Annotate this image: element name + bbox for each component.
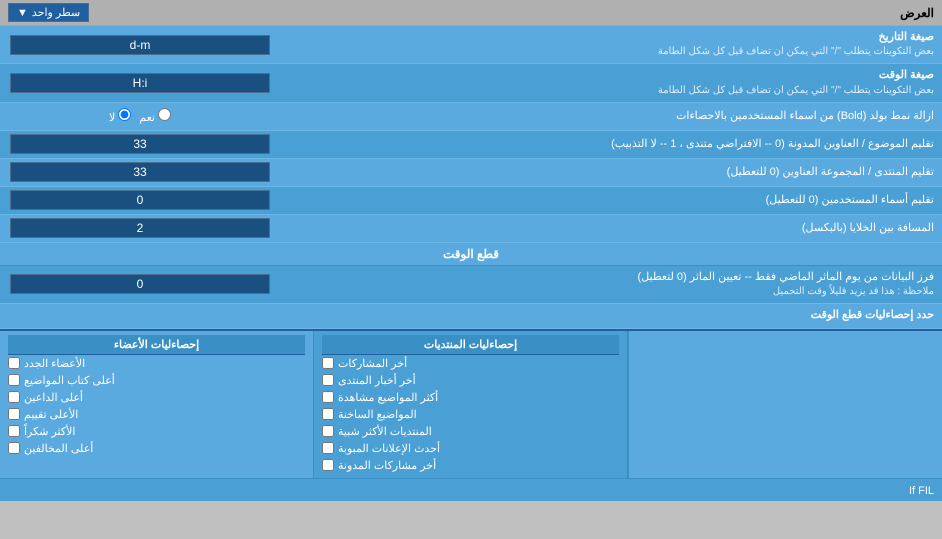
date-format-row: صيغة التاريخ بعض التكوينات يتطلب "/" الت… — [0, 26, 942, 64]
topic-titles-input[interactable] — [10, 134, 270, 154]
checkbox-item[interactable] — [322, 459, 334, 471]
user-names-input[interactable] — [10, 190, 270, 210]
checkbox-row: أحدث الإعلانات المبوبة — [322, 440, 619, 457]
display-label: العرض — [900, 6, 934, 20]
main-container: العرض سطر واحد ▼ صيغة التاريخ بعض التكوي… — [0, 0, 942, 501]
line-dropdown[interactable]: سطر واحد ▼ — [8, 3, 89, 22]
date-format-input[interactable] — [10, 35, 270, 55]
checkbox-item[interactable] — [322, 425, 334, 437]
forum-titles-label: تقليم المنتدى / المجموعة العناوين (0 للت… — [280, 161, 942, 184]
checkbox-item[interactable] — [322, 442, 334, 454]
space-between-label: المسافة بين الخلايا (بالبكسل) — [280, 217, 942, 240]
dropdown-arrow: ▼ — [17, 7, 28, 19]
checkbox-item[interactable] — [8, 357, 20, 369]
checkbox-item[interactable] — [322, 391, 334, 403]
fetch-data-input-cell — [0, 272, 280, 296]
bold-remove-options: نعم لا — [0, 106, 280, 126]
checkbox-item[interactable] — [8, 408, 20, 420]
user-names-input-cell — [0, 188, 280, 212]
user-names-label: تقليم أسماء المستخدمين (0 للتعطيل) — [280, 189, 942, 212]
date-format-label: صيغة التاريخ بعض التكوينات يتطلب "/" الت… — [280, 26, 942, 63]
limit-stats-label: حدد إحصاءليات قطع الوقت — [280, 304, 942, 327]
checkbox-item[interactable] — [322, 357, 334, 369]
checkbox-row: أعلى الداعين — [8, 389, 305, 406]
time-format-input[interactable] — [10, 73, 270, 93]
space-between-input-cell — [0, 216, 280, 240]
checkbox-row: أخر المشاركات — [322, 355, 619, 372]
checkbox-row: المواضيع الساخنة — [322, 406, 619, 423]
checkbox-row: الأعضاء الجدد — [8, 355, 305, 372]
date-format-input-cell — [0, 33, 280, 57]
space-between-input[interactable] — [10, 218, 270, 238]
col2-header: إحصاءليات الأعضاء — [8, 335, 305, 355]
col-member-stats: إحصاءليات الأعضاء الأعضاء الجدد أعلى كتا… — [0, 331, 313, 478]
checkbox-item[interactable] — [322, 374, 334, 386]
bold-radio-group: نعم لا — [101, 108, 179, 124]
checkbox-row: الأعلى تقييم — [8, 406, 305, 423]
checkbox-item[interactable] — [322, 408, 334, 420]
checkbox-row: أكثر المواضيع مشاهدة — [322, 389, 619, 406]
checkbox-row: الأكثر شكراً — [8, 423, 305, 440]
bottom-note-row: If FIL — [0, 478, 942, 501]
forum-titles-input-cell — [0, 160, 280, 184]
dropdown-label: سطر واحد — [32, 6, 80, 19]
checkbox-item[interactable] — [8, 391, 20, 403]
bold-yes-radio[interactable] — [158, 108, 171, 121]
checkbox-item[interactable] — [8, 374, 20, 386]
checkbox-row: أعلى كتاب المواضيع — [8, 372, 305, 389]
bold-yes-label: نعم — [139, 108, 171, 124]
checkbox-row: المنتديات الأكثر شبية — [322, 423, 619, 440]
bold-remove-row: ازالة نمط بولد (Bold) من اسماء المستخدمي… — [0, 103, 942, 131]
topic-titles-label: تقليم الموضوع / العناوين المدونة (0 -- ا… — [280, 133, 942, 156]
col-empty — [628, 331, 942, 478]
fetch-data-row: فرز البيانات من يوم الماثر الماضي فقط --… — [0, 266, 942, 304]
col1-header: إحصاءليات المنتديات — [322, 335, 619, 355]
forum-titles-row: تقليم المنتدى / المجموعة العناوين (0 للت… — [0, 159, 942, 187]
topic-titles-row: تقليم الموضوع / العناوين المدونة (0 -- ا… — [0, 131, 942, 159]
bold-remove-label: ازالة نمط بولد (Bold) من اسماء المستخدمي… — [280, 105, 942, 128]
fetch-data-label: فرز البيانات من يوم الماثر الماضي فقط --… — [280, 266, 942, 303]
checkbox-item[interactable] — [8, 442, 20, 454]
space-between-row: المسافة بين الخلايا (بالبكسل) — [0, 215, 942, 243]
fetch-data-input[interactable] — [10, 274, 270, 294]
checkbox-row: أخر أخبار المنتدى — [322, 372, 619, 389]
checkbox-row: أخر مشاركات المدونة — [322, 457, 619, 474]
user-names-row: تقليم أسماء المستخدمين (0 للتعطيل) — [0, 187, 942, 215]
limit-stats-row: حدد إحصاءليات قطع الوقت — [0, 304, 942, 328]
header-row: العرض سطر واحد ▼ — [0, 0, 942, 26]
cutoff-section-header: قطع الوقت — [0, 243, 942, 266]
checkboxes-section: إحصاءليات المنتديات أخر المشاركات أخر أخ… — [0, 329, 942, 478]
time-format-label: صيغة الوقت بعض التكوينات يتطلب "/" التي … — [280, 64, 942, 101]
checkbox-row: أعلى المخالفين — [8, 440, 305, 457]
topic-titles-input-cell — [0, 132, 280, 156]
time-format-input-cell — [0, 71, 280, 95]
time-format-row: صيغة الوقت بعض التكوينات يتطلب "/" التي … — [0, 64, 942, 102]
checkbox-item[interactable] — [8, 425, 20, 437]
forum-titles-input[interactable] — [10, 162, 270, 182]
col-forum-stats: إحصاءليات المنتديات أخر المشاركات أخر أخ… — [313, 331, 628, 478]
bold-no-radio[interactable] — [118, 108, 131, 121]
bold-no-label: لا — [109, 108, 131, 124]
bottom-note: If FIL — [909, 485, 934, 497]
